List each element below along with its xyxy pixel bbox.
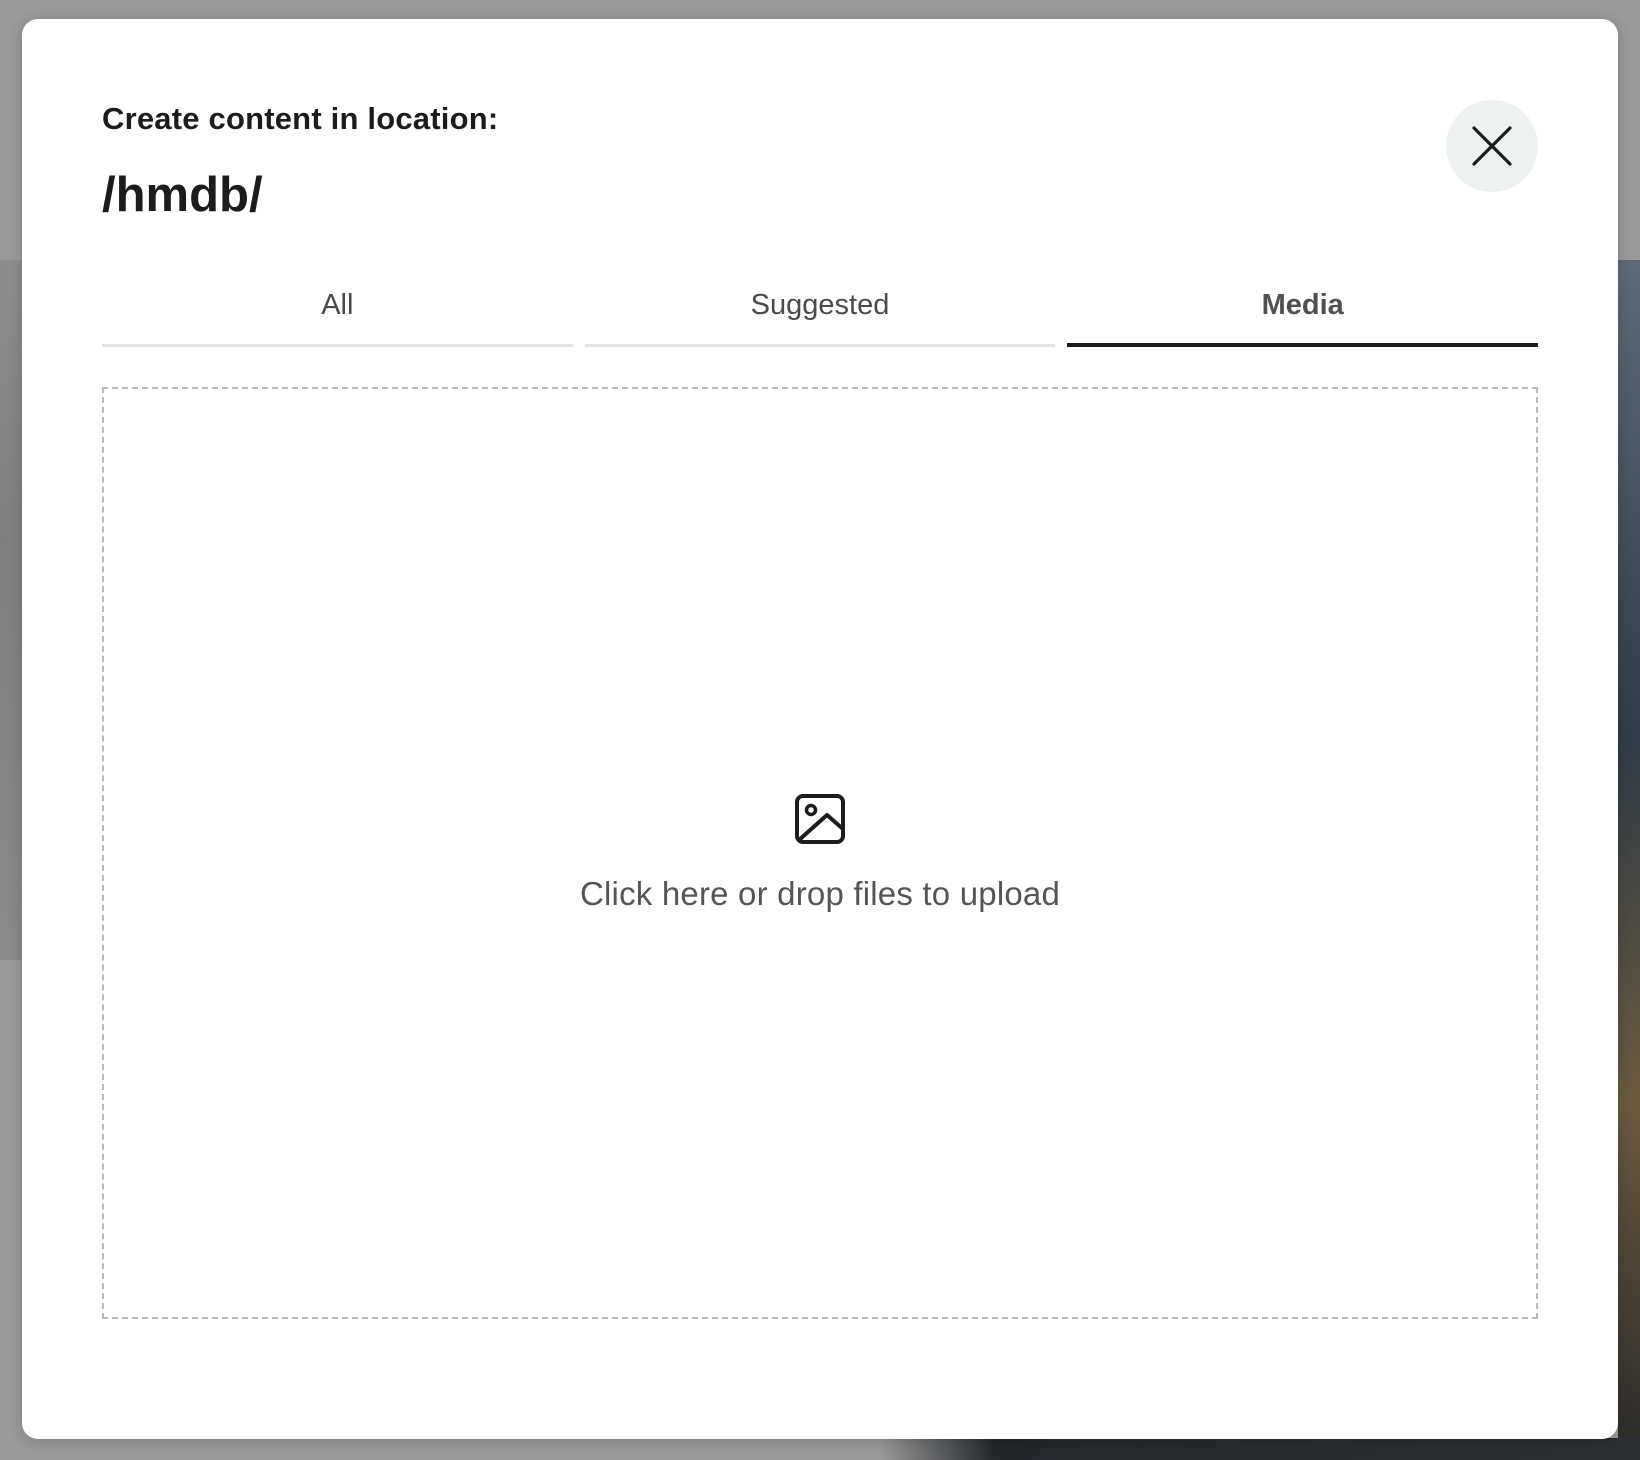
upload-dropzone[interactable]: Click here or drop files to upload xyxy=(102,387,1538,1319)
dropzone-content: Click here or drop files to upload xyxy=(104,793,1536,913)
tab-all-label: All xyxy=(321,289,354,321)
tab-media-label: Media xyxy=(1261,289,1344,321)
background-left xyxy=(0,260,22,960)
create-content-dialog: Create content in location: /hmdb/ All S… xyxy=(22,19,1618,1439)
close-button[interactable] xyxy=(1446,100,1538,192)
tab-suggested[interactable]: Suggested xyxy=(584,275,1056,347)
location-path: /hmdb/ xyxy=(102,168,263,222)
close-icon xyxy=(1472,126,1512,166)
dialog-heading: Create content in location: xyxy=(102,101,499,136)
background-bottom xyxy=(880,1438,1640,1460)
tab-suggested-label: Suggested xyxy=(750,289,890,321)
tab-media[interactable]: Media xyxy=(1067,275,1539,347)
background-right xyxy=(1618,260,1640,1460)
content-type-tabs: All Suggested Media xyxy=(102,275,1539,347)
upload-instruction: Click here or drop files to upload xyxy=(579,875,1061,912)
tab-all[interactable]: All xyxy=(102,275,573,347)
image-icon xyxy=(795,794,845,844)
